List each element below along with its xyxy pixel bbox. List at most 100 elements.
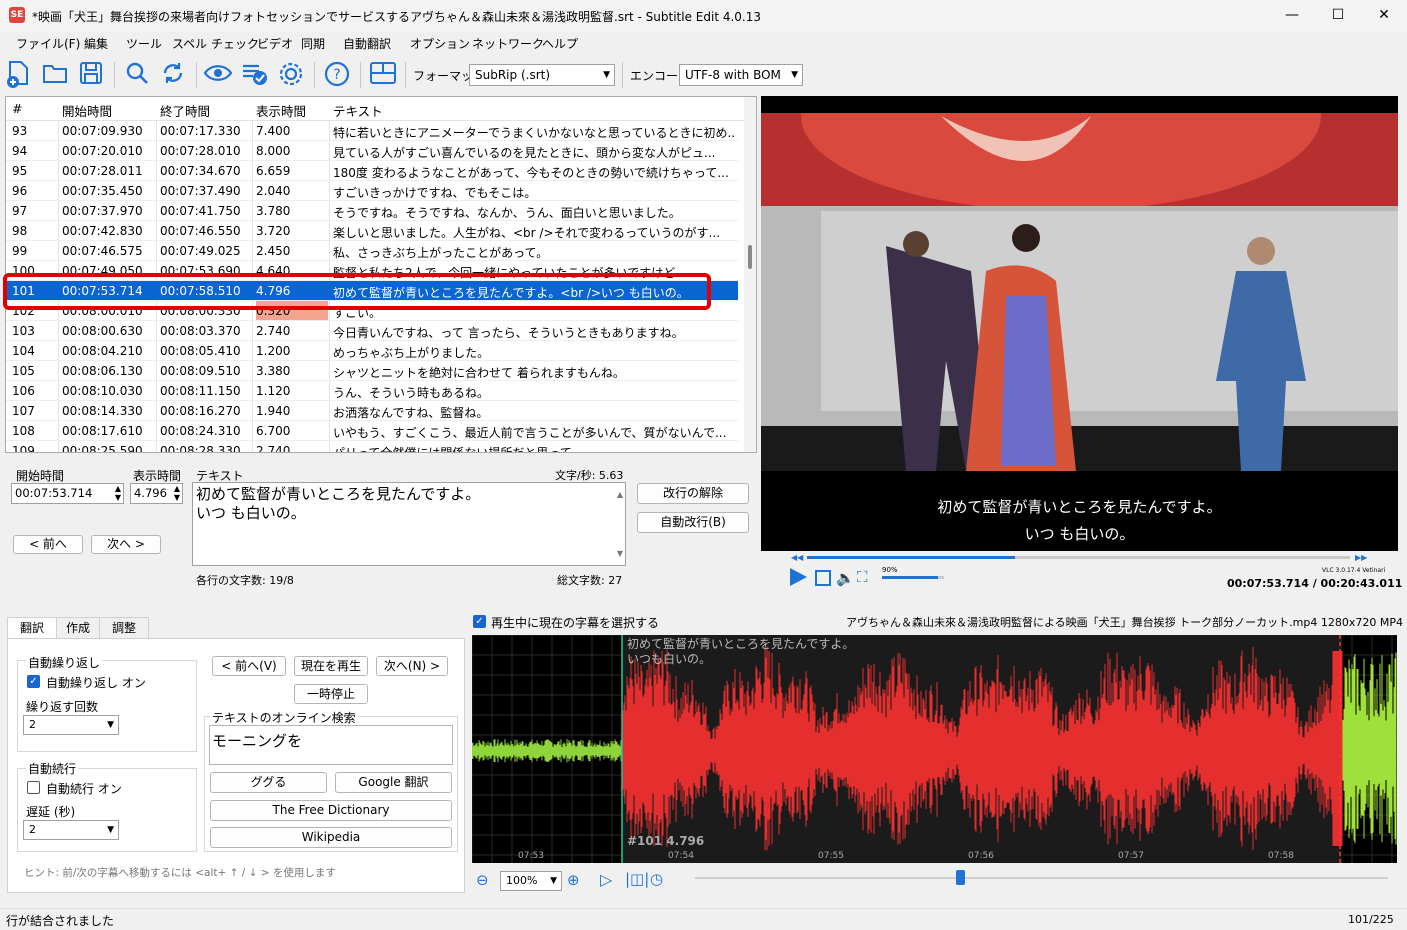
menu-options[interactable]: オプション bbox=[410, 35, 470, 52]
volume-icon[interactable]: 🔈 bbox=[836, 569, 855, 587]
minimize-button[interactable]: — bbox=[1269, 0, 1315, 31]
table-row[interactable]: 107 00:08:14.330 00:08:16.270 1.940 お洒落なんですね… bbox=[6, 401, 738, 421]
tab-translate[interactable]: 翻訳 bbox=[7, 617, 57, 639]
scroll-up-icon[interactable]: ▲ bbox=[617, 485, 623, 504]
zoom-out-icon[interactable]: ⊖ bbox=[476, 871, 489, 889]
video-player[interactable]: 初めて監督が青いところを見たんですよ。 いつ も白いの。 bbox=[761, 96, 1398, 551]
video-progress-fill bbox=[807, 556, 1015, 559]
table-row[interactable]: 103 00:08:00.630 00:08:03.370 2.740 今日青いんですね… bbox=[6, 321, 738, 341]
fullscreen-icon[interactable]: ⛶ bbox=[857, 568, 868, 586]
pause-button[interactable]: 一時停止 bbox=[294, 684, 368, 704]
next-button[interactable]: 次へ > bbox=[91, 535, 161, 554]
table-row[interactable]: 97 00:07:37.970 00:07:41.750 3.780 そうですね。そうで… bbox=[6, 201, 738, 221]
encoding-select[interactable]: UTF-8 with BOM ▼ bbox=[679, 64, 803, 86]
spin-icon[interactable]: ▲ ▼ bbox=[174, 484, 180, 502]
auto-repeat-checkbox[interactable]: ✓ bbox=[27, 675, 40, 688]
layout-icon[interactable] bbox=[368, 60, 398, 90]
menu-file[interactable]: ファイル(F) bbox=[16, 35, 80, 52]
skip-back-icon[interactable]: ◀◀ bbox=[791, 553, 803, 562]
tab-adjust[interactable]: 調整 bbox=[99, 617, 149, 639]
settings-icon[interactable] bbox=[276, 60, 306, 90]
google-search-button[interactable]: ググる bbox=[210, 772, 327, 793]
table-row[interactable]: 99 00:07:46.575 00:07:49.025 2.450 私、さっきぶち上が… bbox=[6, 241, 738, 261]
header-text[interactable]: テキスト bbox=[333, 101, 383, 120]
wikipedia-button[interactable]: Wikipedia bbox=[210, 827, 452, 848]
scrollbar-thumb[interactable] bbox=[748, 245, 752, 269]
menu-edit[interactable]: 編集 bbox=[84, 35, 108, 52]
menu-sync[interactable]: 同期 bbox=[301, 35, 325, 52]
play-current-button[interactable]: 現在を再生 bbox=[294, 656, 368, 676]
visual-sync-icon[interactable] bbox=[203, 60, 233, 90]
header-number[interactable]: # bbox=[12, 101, 22, 116]
speedometer-icon[interactable]: ◷ bbox=[650, 870, 663, 888]
zoom-select[interactable]: 100% ▼ bbox=[500, 871, 562, 891]
find-icon[interactable] bbox=[122, 60, 152, 90]
save-icon[interactable] bbox=[76, 60, 106, 90]
open-folder-icon[interactable] bbox=[40, 60, 70, 90]
skip-forward-icon[interactable]: ▶▶ bbox=[1355, 553, 1367, 562]
cell-n: 106 bbox=[12, 384, 35, 398]
chars-per-second: 文字/秒: 5.63 bbox=[555, 469, 624, 482]
maximize-button[interactable]: ☐ bbox=[1315, 0, 1361, 31]
google-translate-button[interactable]: Google 翻訳 bbox=[335, 772, 452, 793]
table-row[interactable]: 93 00:07:09.930 00:07:17.330 7.400 特に若いときにアニ… bbox=[6, 121, 738, 141]
translate-prev-button[interactable]: < 前へ(V) bbox=[212, 656, 286, 676]
help-icon[interactable]: ? bbox=[322, 60, 352, 90]
play-selection-icon[interactable]: ▷ bbox=[600, 870, 612, 889]
table-row[interactable]: 105 00:08:06.130 00:08:09.510 3.380 シャツとニットを… bbox=[6, 361, 738, 381]
prev-button[interactable]: < 前へ bbox=[13, 535, 83, 554]
header-start[interactable]: 開始時間 bbox=[62, 101, 112, 120]
cell-dur: 3.720 bbox=[256, 224, 291, 238]
delay-select[interactable]: 2 ▼ bbox=[23, 820, 119, 840]
select-current-checkbox[interactable]: ✓ bbox=[473, 615, 486, 628]
scroll-down-icon[interactable]: ▼ bbox=[617, 544, 623, 563]
new-file-icon[interactable] bbox=[3, 60, 33, 90]
table-row[interactable]: 108 00:08:17.610 00:08:24.310 6.700 いやもう、すごく… bbox=[6, 421, 738, 441]
cell-end: 00:08:24.310 bbox=[160, 424, 241, 438]
video-progress-bar[interactable] bbox=[807, 556, 1350, 559]
auto-break-button[interactable]: 自動改行(B) bbox=[637, 512, 749, 533]
close-button[interactable]: ✕ bbox=[1361, 0, 1407, 31]
slider-thumb[interactable] bbox=[956, 870, 965, 885]
duration-field[interactable]: 4.796 ▲ ▼ bbox=[130, 483, 183, 504]
table-row[interactable]: 96 00:07:35.450 00:07:37.490 2.040 すごいきっかけです… bbox=[6, 181, 738, 201]
audio-waveform[interactable]: 初めて監督が青いところを見たんですよ。 いつも白いの。 #101 4.796 0… bbox=[472, 635, 1397, 863]
table-row[interactable]: 109 00:08:25.590 00:08:28.330 2.740 パリって全然僕に… bbox=[6, 441, 738, 452]
free-dictionary-button[interactable]: The Free Dictionary bbox=[210, 800, 452, 821]
menu-help[interactable]: ヘルプ bbox=[542, 35, 578, 52]
cell-text: 見ている人がすごい喜んでいるのを見たときに、頭から変な人がピュ... bbox=[333, 146, 716, 160]
volume-slider[interactable] bbox=[882, 576, 944, 579]
grid-scrollbar[interactable] bbox=[744, 97, 756, 452]
waveform-position-slider[interactable] bbox=[695, 877, 1388, 879]
play-icon[interactable] bbox=[787, 566, 809, 588]
table-row[interactable]: 106 00:08:10.030 00:08:11.150 1.120 うん、そういう時… bbox=[6, 381, 738, 401]
search-text-field[interactable]: モーニングを bbox=[209, 725, 453, 765]
menu-video[interactable]: ビデオ bbox=[257, 35, 293, 52]
menu-network[interactable]: ネットワーク bbox=[472, 35, 544, 52]
unbreak-button[interactable]: 改行の解除 bbox=[637, 483, 749, 504]
spin-icon[interactable]: ▲ ▼ bbox=[115, 484, 121, 502]
format-select[interactable]: SubRip (.srt) ▼ bbox=[469, 64, 615, 86]
cell-n: 98 bbox=[12, 224, 28, 238]
table-row[interactable]: 94 00:07:20.010 00:07:28.010 8.000 見ている人がすごい… bbox=[6, 141, 738, 161]
menu-spellcheck[interactable]: スペル チェック bbox=[172, 35, 259, 52]
play-new-icon[interactable]: |◫| bbox=[625, 870, 649, 888]
tab-create[interactable]: 作成 bbox=[56, 617, 100, 639]
header-duration[interactable]: 表示時間 bbox=[256, 101, 306, 120]
chevron-down-icon: ▼ bbox=[603, 70, 610, 80]
subtitle-text-editor[interactable]: 初めて監督が青いところを見たんですよ。 いつ も白いの。 ▲ ▼ bbox=[192, 482, 626, 566]
zoom-in-icon[interactable]: ⊕ bbox=[567, 871, 580, 889]
repeat-count-select[interactable]: 2 ▼ bbox=[23, 715, 119, 735]
auto-continue-checkbox[interactable] bbox=[27, 781, 40, 794]
spell-check-icon[interactable] bbox=[240, 60, 270, 90]
menu-auto-translate[interactable]: 自動翻訳 bbox=[343, 35, 391, 52]
translate-next-button[interactable]: 次へ(N) > bbox=[376, 656, 448, 676]
header-end[interactable]: 終了時間 bbox=[160, 101, 210, 120]
menu-tools[interactable]: ツール bbox=[126, 35, 162, 52]
stop-icon[interactable] bbox=[815, 570, 831, 586]
replace-icon[interactable] bbox=[158, 60, 188, 90]
table-row[interactable]: 98 00:07:42.830 00:07:46.550 3.720 楽しいと思いました… bbox=[6, 221, 738, 241]
table-row[interactable]: 95 00:07:28.011 00:07:34.670 6.659 180度 変わるよ… bbox=[6, 161, 738, 181]
table-row[interactable]: 104 00:08:04.210 00:08:05.410 1.200 めっちゃぶち上が… bbox=[6, 341, 738, 361]
start-time-field[interactable]: 00:07:53.714 ▲ ▼ bbox=[11, 483, 124, 504]
